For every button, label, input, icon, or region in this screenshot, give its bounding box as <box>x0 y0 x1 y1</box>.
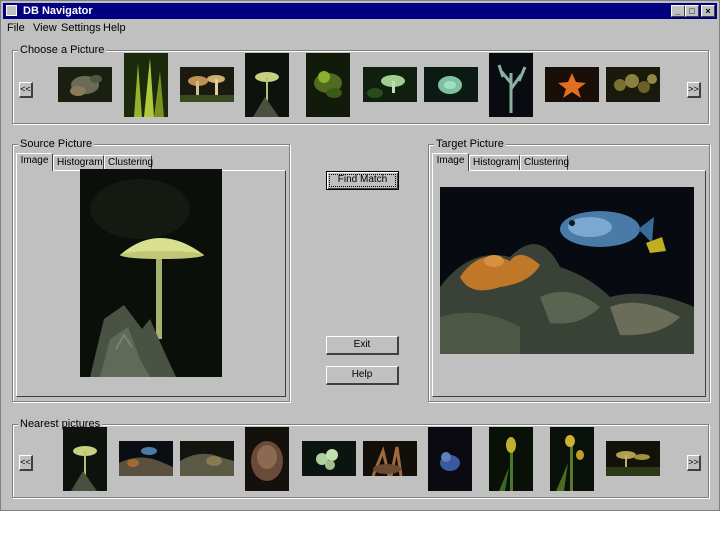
window-title: DB Navigator <box>23 5 93 17</box>
choose-picture-label: Choose a Picture <box>18 44 107 56</box>
menu-bar: File View Settings Help <box>3 20 717 36</box>
target-picture-group: Target Picture Image Histogram Clusterin… <box>428 138 710 402</box>
minimize-button[interactable]: _ <box>671 5 685 17</box>
nearest-prev-button[interactable]: << <box>19 455 33 471</box>
target-picture-label: Target Picture <box>434 138 506 150</box>
nearest-thumb-4[interactable] <box>245 427 289 491</box>
nearest-thumb-8[interactable] <box>489 427 533 491</box>
source-picture-label: Source Picture <box>18 138 95 150</box>
nearest-thumb-9[interactable] <box>550 427 594 491</box>
source-image <box>80 169 222 377</box>
choose-thumb-8[interactable] <box>489 53 533 117</box>
target-tabs: Image Histogram Clustering <box>432 153 706 171</box>
target-tab-clustering[interactable]: Clustering <box>520 155 569 170</box>
nearest-thumb-10[interactable] <box>606 441 660 476</box>
app-icon[interactable] <box>6 5 17 16</box>
choose-thumb-4[interactable] <box>245 53 289 117</box>
choose-thumb-2[interactable] <box>124 53 168 117</box>
menu-settings[interactable]: Settings <box>61 21 101 35</box>
choose-next-button[interactable]: >> <box>687 82 701 98</box>
help-button[interactable]: Help <box>326 366 399 385</box>
choose-thumb-3[interactable] <box>180 67 234 102</box>
choose-thumb-1[interactable] <box>58 67 112 102</box>
title-bar[interactable]: DB Navigator _ □ × <box>3 3 717 19</box>
menu-file[interactable]: File <box>7 21 25 35</box>
choose-prev-button[interactable]: << <box>19 82 33 98</box>
nearest-next-button[interactable]: >> <box>687 455 701 471</box>
close-button[interactable]: × <box>701 5 715 17</box>
source-tab-image[interactable]: Image <box>16 153 53 171</box>
choose-thumb-7[interactable] <box>424 67 478 102</box>
app-window: DB Navigator _ □ × File View Settings He… <box>0 0 720 511</box>
nearest-thumb-5[interactable] <box>302 441 356 476</box>
maximize-button[interactable]: □ <box>685 5 699 17</box>
nearest-thumb-6[interactable] <box>363 441 417 476</box>
nearest-pictures-group: Nearest pictures << >> <box>12 418 709 498</box>
find-match-button[interactable]: Find Match <box>326 171 399 190</box>
nearest-thumb-3[interactable] <box>180 441 234 476</box>
nearest-thumb-7[interactable] <box>428 427 472 491</box>
exit-button[interactable]: Exit <box>326 336 399 355</box>
nearest-thumb-1[interactable] <box>63 427 107 491</box>
menu-help[interactable]: Help <box>103 21 126 35</box>
choose-picture-group: Choose a Picture << >> <box>12 44 709 124</box>
target-image <box>440 187 694 354</box>
nearest-thumb-2[interactable] <box>119 441 173 476</box>
source-picture-group: Source Picture Image Histogram Clusterin… <box>12 138 290 402</box>
target-tab-image[interactable]: Image <box>432 153 469 171</box>
choose-thumb-5[interactable] <box>306 53 350 117</box>
target-tab-histogram[interactable]: Histogram <box>469 155 520 170</box>
menu-view[interactable]: View <box>33 21 57 35</box>
choose-thumb-6[interactable] <box>363 67 417 102</box>
source-tab-clustering[interactable]: Clustering <box>104 155 153 170</box>
choose-thumb-10[interactable] <box>606 67 660 102</box>
choose-thumb-9[interactable] <box>545 67 599 102</box>
source-tab-histogram[interactable]: Histogram <box>53 155 104 170</box>
